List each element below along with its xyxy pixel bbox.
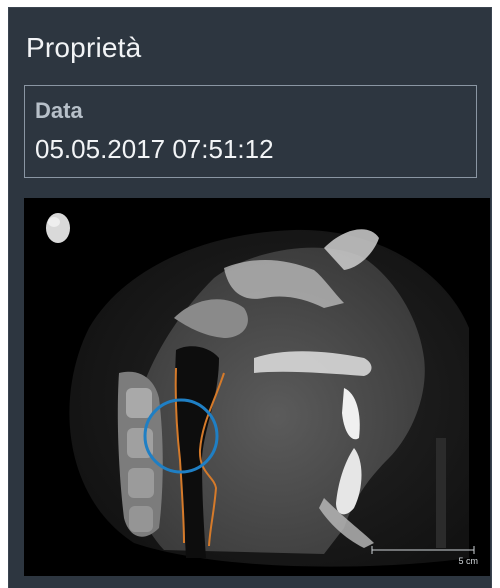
date-value: 05.05.2017 07:51:12 (35, 134, 274, 164)
head-orientation-icon[interactable] (46, 213, 70, 243)
properties-panel: Proprietà Data 05.05.2017 07:51:12 5 cm (8, 7, 492, 588)
date-label: Data (35, 98, 83, 123)
date-field: Data 05.05.2017 07:51:12 (24, 85, 477, 178)
ct-scan-image (46, 213, 475, 567)
ct-image-viewer[interactable]: 5 cm (24, 198, 490, 576)
panel-title: Proprietà (26, 32, 142, 63)
scale-bar-label: 5 cm (458, 556, 478, 566)
